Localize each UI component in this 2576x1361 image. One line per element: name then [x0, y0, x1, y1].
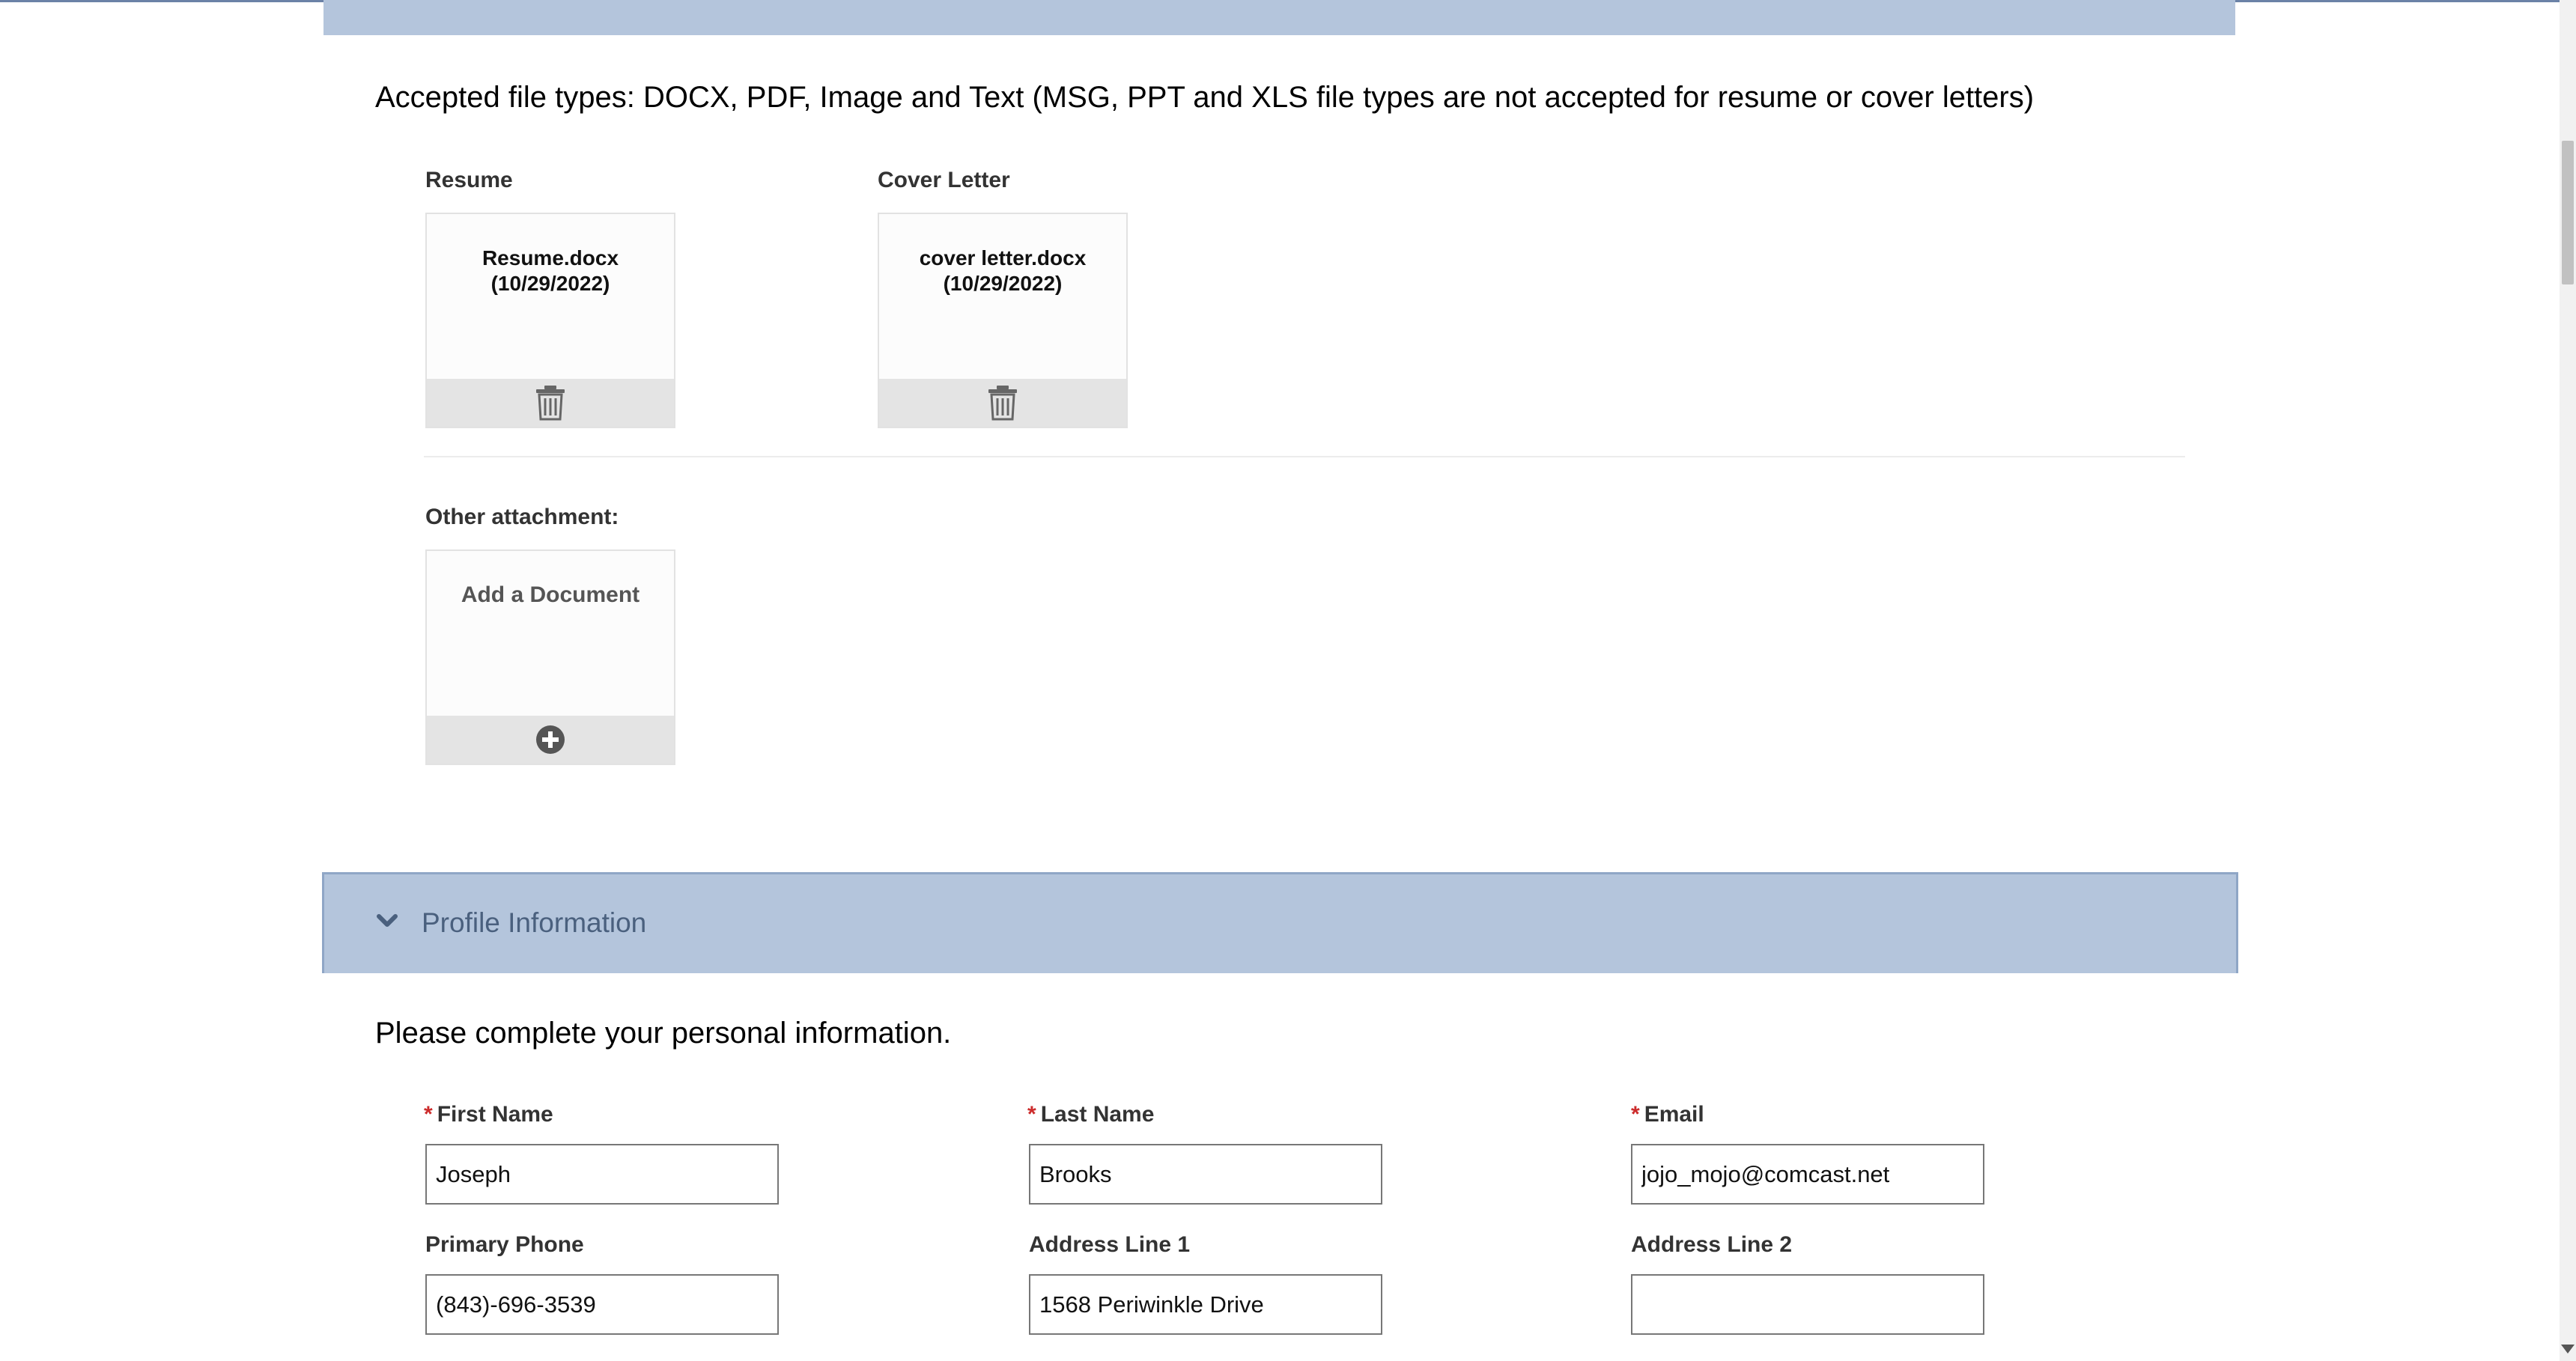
- email-input[interactable]: [1631, 1144, 1984, 1205]
- add-document-card[interactable]: Add a Document: [425, 549, 675, 765]
- required-marker: *: [1027, 1102, 1036, 1127]
- cover-letter-file-name[interactable]: cover letter.docx: [879, 246, 1126, 270]
- required-marker: *: [1631, 1102, 1640, 1127]
- last-name-input[interactable]: [1029, 1144, 1382, 1205]
- resume-file-name[interactable]: Resume.docx: [427, 246, 674, 270]
- resume-card[interactable]: Resume.docx (10/29/2022): [425, 213, 675, 428]
- primary-phone-label: Primary Phone: [425, 1232, 584, 1257]
- scrollbar-thumb[interactable]: [2562, 141, 2574, 284]
- section-divider: [424, 456, 2185, 457]
- email-label: * Email: [1631, 1102, 1704, 1127]
- address-line-2-input[interactable]: [1631, 1274, 1984, 1335]
- first-name-input[interactable]: [425, 1144, 779, 1205]
- primary-phone-input[interactable]: [425, 1274, 779, 1335]
- trash-icon[interactable]: [986, 385, 1019, 421]
- add-document-button[interactable]: [427, 716, 674, 764]
- profile-instructions: Please complete your personal informatio…: [375, 1017, 952, 1050]
- chevron-down-icon[interactable]: [375, 912, 399, 930]
- cover-letter-label: Cover Letter: [878, 168, 1010, 192]
- add-document-text[interactable]: Add a Document: [427, 582, 674, 608]
- other-attachment-label: Other attachment:: [425, 505, 619, 529]
- cover-letter-card[interactable]: cover letter.docx (10/29/2022): [878, 213, 1128, 428]
- address-line-1-input[interactable]: [1029, 1274, 1382, 1335]
- cover-letter-delete-button[interactable]: [879, 379, 1126, 427]
- first-name-label: * First Name: [424, 1102, 553, 1127]
- required-marker: *: [424, 1102, 433, 1127]
- email-label-text: Email: [1644, 1102, 1704, 1127]
- plus-circle-icon[interactable]: [535, 725, 565, 755]
- address-line-1-label: Address Line 1: [1029, 1232, 1191, 1257]
- profile-information-header[interactable]: Profile Information: [322, 872, 2238, 973]
- last-name-label: * Last Name: [1027, 1102, 1154, 1127]
- previous-section-header[interactable]: [323, 0, 2235, 35]
- address-line-2-label: Address Line 2: [1631, 1232, 1793, 1257]
- accepted-file-types-text: Accepted file types: DOCX, PDF, Image an…: [375, 81, 2035, 114]
- first-name-label-text: First Name: [437, 1102, 553, 1127]
- resume-delete-button[interactable]: [427, 379, 674, 427]
- resume-file-date: (10/29/2022): [490, 272, 610, 295]
- resume-label: Resume: [425, 168, 513, 192]
- cover-letter-file-date: (10/29/2022): [943, 272, 1063, 295]
- profile-information-title: Profile Information: [422, 907, 647, 938]
- scroll-down-arrow-icon[interactable]: [2561, 1345, 2575, 1354]
- last-name-label-text: Last Name: [1040, 1102, 1155, 1127]
- trash-icon[interactable]: [534, 385, 567, 421]
